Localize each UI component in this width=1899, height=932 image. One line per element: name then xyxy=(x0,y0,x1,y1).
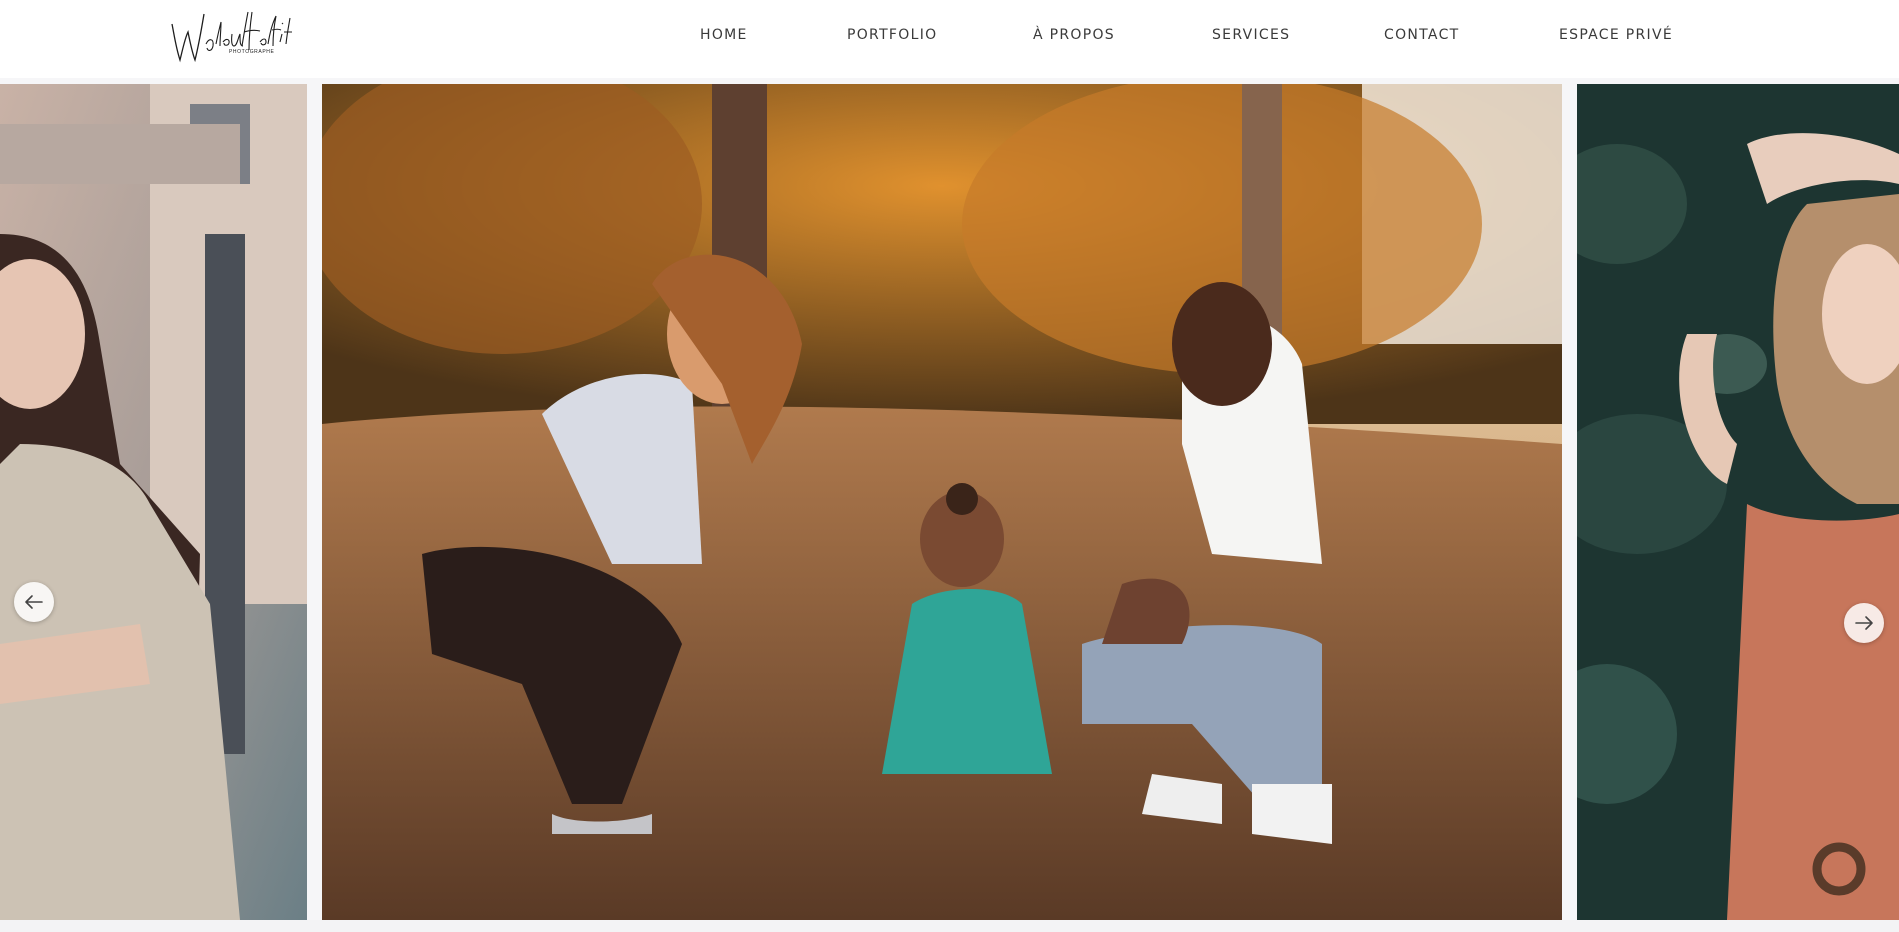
brand-logo[interactable]: PHOTOGRAPHE xyxy=(168,4,294,68)
carousel-slide-next[interactable] xyxy=(1577,84,1899,920)
nav-a-propos[interactable]: À PROPOS xyxy=(1033,27,1115,43)
photo-woman-ivy xyxy=(1577,84,1899,920)
carousel-slide-previous[interactable] xyxy=(0,84,307,920)
carousel-next-button[interactable] xyxy=(1844,603,1884,643)
page-bottom-strip xyxy=(0,920,1899,932)
site-header: PHOTOGRAPHE HOME PORTFOLIO À PROPOS SERV… xyxy=(0,0,1899,78)
nav-portfolio[interactable]: PORTFOLIO xyxy=(847,27,937,43)
photo-woman-beige-dress xyxy=(0,84,307,920)
nav-home[interactable]: HOME xyxy=(700,27,748,43)
nav-espace-prive[interactable]: ESPACE PRIVÉ xyxy=(1559,27,1673,43)
logo-subtitle: PHOTOGRAPHE xyxy=(229,49,275,55)
nav-services[interactable]: SERVICES xyxy=(1212,27,1290,43)
arrow-right-icon xyxy=(1855,616,1873,630)
nav-contact[interactable]: CONTACT xyxy=(1384,27,1460,43)
signature-logo-icon xyxy=(171,11,292,63)
photo-family-park xyxy=(322,84,1562,920)
carousel-prev-button[interactable] xyxy=(14,582,54,622)
carousel-slide-current[interactable] xyxy=(322,84,1562,920)
photo-carousel[interactable] xyxy=(0,84,1899,920)
arrow-left-icon xyxy=(25,595,43,609)
